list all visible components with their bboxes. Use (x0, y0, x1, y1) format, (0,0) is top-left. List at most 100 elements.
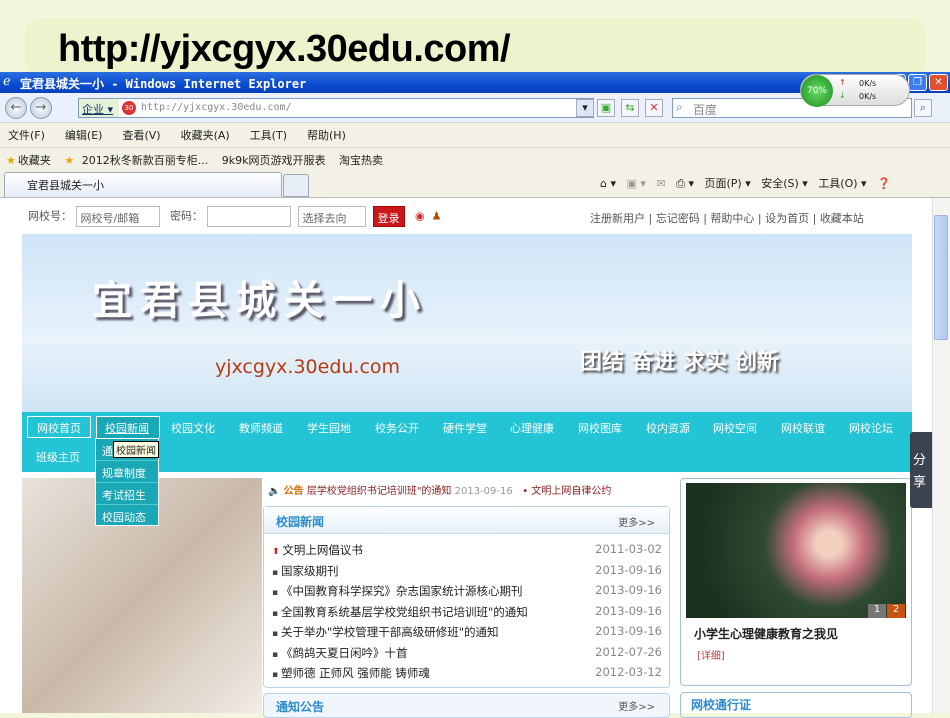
slide-page-2[interactable]: 2 (887, 604, 905, 618)
forgot-password-link[interactable]: 忘记密码 (656, 212, 700, 225)
announcement-ticker: 🔈 公告 层学校党组织书记培训班"的通知 2013-09-16 • 文明上网自律… (268, 482, 611, 497)
news-item[interactable]: ▪ 《鹧鸪天夏日闲吟》十首 2012-07-26 (272, 645, 662, 661)
password-input[interactable] (206, 206, 291, 227)
compat-icon[interactable]: ▣ (597, 99, 615, 117)
news-item-title[interactable]: 关于举办"学校管理干部高级研修班"的通知 (281, 625, 499, 639)
stop-icon[interactable]: ✕ (645, 99, 663, 117)
tools-menu[interactable]: 工具(O) ▾ (818, 177, 866, 190)
nav-alliance[interactable]: 网校联谊 (781, 420, 825, 436)
nav-affairs[interactable]: 校务公开 (375, 420, 419, 436)
dropdown-dynamics[interactable]: 校园动态 (96, 505, 158, 527)
news-item[interactable]: ▪ 关于举办"学校管理干部高级研修班"的通知 2013-09-16 (272, 624, 662, 640)
announcement-next[interactable]: • 文明上网自律公约 (522, 486, 611, 497)
safety-menu[interactable]: 安全(S) ▾ (761, 177, 808, 190)
favorites-button[interactable]: 收藏夹 (18, 154, 51, 167)
nav-forum[interactable]: 网校论坛 (849, 420, 893, 436)
announcement-label: 公告 (283, 486, 304, 497)
slide-page-1[interactable]: 1 (868, 604, 886, 618)
back-button[interactable]: ← (5, 97, 27, 119)
news-item-title[interactable]: 国家级期刊 (281, 564, 339, 578)
news-item-title[interactable]: 全国教育系统基层学校党组织书记培训班"的通知 (281, 605, 528, 619)
feature-title[interactable]: 小学生心理健康教育之我见 (694, 625, 838, 642)
address-dropdown-icon[interactable]: ▾ (576, 99, 594, 117)
news-item[interactable]: ▪ 国家级期刊 2013-09-16 (272, 563, 662, 579)
speaker-icon: 🔈 (268, 486, 281, 497)
nav-students[interactable]: 学生园地 (307, 420, 351, 436)
menu-bar: 文件(F) 编辑(E) 查看(V) 收藏夹(A) 工具(T) 帮助(H) (0, 124, 950, 147)
forward-button[interactable]: → (30, 97, 52, 119)
close-button[interactable]: ✕ (929, 74, 948, 91)
help-icon[interactable]: ❓ (877, 177, 891, 190)
news-item-title[interactable]: 文明上网倡议书 (282, 543, 363, 557)
help-link[interactable]: 帮助中心 (710, 212, 754, 225)
feeds-icon[interactable]: ▣ ▾ (627, 177, 646, 190)
register-link[interactable]: 注册新用户 (590, 212, 645, 225)
new-tab-button[interactable] (283, 174, 309, 197)
news-item-date: 2013-09-16 (595, 583, 662, 597)
dropdown-rules[interactable]: 规章制度 (96, 461, 158, 483)
news-header: 校园新闻 更多>> (264, 507, 669, 534)
share-button[interactable]: 分享 (910, 432, 932, 508)
home-icon[interactable]: ⌂ ▾ (600, 177, 616, 190)
nav-gallery[interactable]: 网校图库 (578, 420, 622, 436)
mail-icon[interactable]: ✉ (656, 177, 665, 190)
pass-box: 网校通行证 (680, 692, 912, 718)
fav-link-3[interactable]: 淘宝热卖 (339, 154, 383, 167)
goto-select[interactable]: 选择去向 (297, 206, 366, 227)
page-menu[interactable]: 页面(P) ▾ (704, 177, 750, 190)
nav-hardware[interactable]: 硬件学堂 (443, 420, 487, 436)
nav-resources[interactable]: 校内资源 (646, 420, 690, 436)
qq-icon[interactable]: ♟ (432, 210, 442, 223)
weibo-icon[interactable]: ◉ (415, 210, 425, 223)
nav-teachers[interactable]: 教师频道 (239, 420, 283, 436)
menu-view[interactable]: 查看(V) (122, 129, 160, 142)
fav-link-2[interactable]: 9k9k网页游戏开服表 (222, 154, 326, 167)
dropdown-admission[interactable]: 考试招生 (96, 483, 158, 505)
news-item-title[interactable]: 《鹧鸪天夏日闲吟》十首 (281, 646, 408, 660)
add-favorite-icon[interactable]: ★ (64, 154, 74, 167)
news-item[interactable]: ⬆ 文明上网倡议书 2011-03-02 (272, 542, 662, 558)
menu-file[interactable]: 文件(F) (8, 129, 45, 142)
menu-favorites[interactable]: 收藏夹(A) (181, 129, 230, 142)
address-input[interactable]: http://yjxcgyx.30edu.com/ (78, 98, 594, 118)
pinned-icon: ⬆ (272, 547, 283, 557)
refresh-icon[interactable]: ⇆ (621, 99, 639, 117)
nav-home[interactable]: 网校首页 (27, 416, 91, 438)
scrollbar-thumb[interactable] (934, 215, 948, 340)
restore-button[interactable]: ❐ (908, 74, 927, 91)
notice-title: 通知公告 (276, 700, 325, 714)
fav-link-1[interactable]: 2012秋冬新款百丽专柜... (82, 154, 208, 167)
bullet-icon: ▪ (272, 608, 281, 619)
bookmark-link[interactable]: 收藏本站 (820, 212, 864, 225)
news-item[interactable]: ▪ 全国教育系统基层学校党组织书记培训班"的通知 2013-09-16 (272, 604, 662, 620)
tab-active[interactable]: 宜君县城关一小 (4, 172, 282, 197)
menu-tools[interactable]: 工具(T) (250, 129, 287, 142)
news-item[interactable]: ▪ 塑师德 正师风 强师能 铸师魂 2012-03-12 (272, 665, 662, 681)
nav-mental-health[interactable]: 心理健康 (510, 420, 554, 436)
menu-help[interactable]: 帮助(H) (307, 129, 346, 142)
print-icon[interactable]: ⎙ ▾ (676, 177, 694, 190)
search-button[interactable]: ⌕ (914, 99, 932, 117)
account-input[interactable]: 网校号/邮箱 (75, 206, 160, 227)
news-item-title[interactable]: 塑师德 正师风 强师能 铸师魂 (281, 666, 430, 680)
feature-photo[interactable] (686, 483, 906, 618)
news-item[interactable]: ▪ 《中国教育科学探究》杂志国家统计源核心期刊 2013-09-16 (272, 583, 662, 599)
nav-classes[interactable]: 班级主页 (36, 449, 80, 465)
site-icon: 30 (122, 101, 136, 115)
news-item-title[interactable]: 《中国教育科学探究》杂志国家统计源核心期刊 (281, 584, 523, 598)
bullet-icon: ▪ (272, 649, 281, 660)
nav-news[interactable]: 校园新闻 (96, 416, 160, 438)
news-more-link[interactable]: 更多>> (618, 514, 655, 529)
menu-edit[interactable]: 编辑(E) (65, 129, 103, 142)
set-homepage-link[interactable]: 设为首页 (765, 212, 809, 225)
notice-more-link[interactable]: 更多>> (618, 698, 655, 713)
login-button[interactable]: 登录 (372, 206, 405, 227)
nav-culture[interactable]: 校园文化 (171, 420, 215, 436)
announcement-text[interactable]: 层学校党组织书记培训班"的通知 (307, 486, 452, 497)
upload-speed: 0K/s (859, 79, 877, 88)
nav-space[interactable]: 网校空间 (713, 420, 757, 436)
bullet-icon: ▪ (272, 629, 281, 639)
feature-detail-link[interactable]: [详细] (697, 647, 725, 662)
password-label: 密码： (170, 209, 203, 223)
zone-dropdown[interactable]: 企业 ▾ (79, 99, 119, 117)
